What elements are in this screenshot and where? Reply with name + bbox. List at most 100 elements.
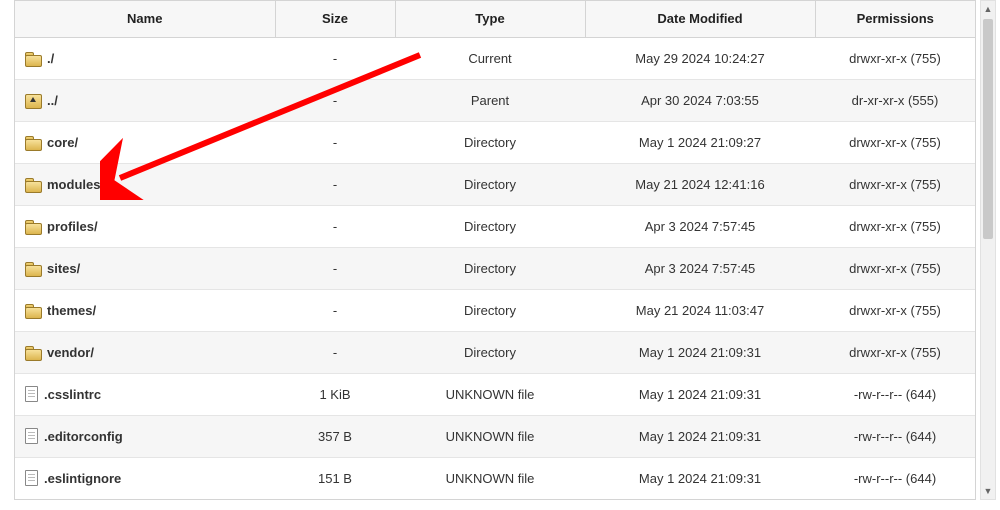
cell-size: -: [275, 121, 395, 163]
file-name-link[interactable]: modules/: [47, 177, 104, 192]
cell-date: Apr 3 2024 7:57:45: [585, 247, 815, 289]
cell-size: -: [275, 37, 395, 79]
cell-type: UNKNOWN file: [395, 415, 585, 457]
col-header-date[interactable]: Date Modified: [585, 1, 815, 37]
cell-size: -: [275, 331, 395, 373]
table-row[interactable]: .editorconfig 357 BUNKNOWN fileMay 1 2024…: [15, 415, 975, 457]
scroll-down-arrow-icon[interactable]: ▼: [981, 483, 995, 499]
file-name-link[interactable]: core/: [47, 135, 78, 150]
table-row[interactable]: vendor/ -DirectoryMay 1 2024 21:09:31drwx…: [15, 331, 975, 373]
file-name-link[interactable]: .csslintrc: [44, 387, 101, 402]
cell-name: .editorconfig: [15, 415, 275, 457]
cell-date: May 1 2024 21:09:31: [585, 415, 815, 457]
cell-size: 1 KiB: [275, 373, 395, 415]
cell-name: sites/: [15, 247, 275, 289]
cell-permissions: drwxr-xr-x (755): [815, 121, 975, 163]
cell-permissions: -rw-r--r-- (644): [815, 457, 975, 499]
file-name-link[interactable]: vendor/: [47, 345, 94, 360]
cell-size: -: [275, 289, 395, 331]
cell-permissions: drwxr-xr-x (755): [815, 331, 975, 373]
col-header-perm[interactable]: Permissions: [815, 1, 975, 37]
table-row[interactable]: themes/ -DirectoryMay 21 2024 11:03:47drw…: [15, 289, 975, 331]
file-icon: [25, 386, 38, 402]
cell-date: May 29 2024 10:24:27: [585, 37, 815, 79]
table-row[interactable]: ../ -ParentApr 30 2024 7:03:55dr-xr-xr-x …: [15, 79, 975, 121]
file-name-link[interactable]: themes/: [47, 303, 96, 318]
table-header-row: Name Size Type Date Modified Permissions: [15, 1, 975, 37]
table-row[interactable]: profiles/ -DirectoryApr 3 2024 7:57:45drw…: [15, 205, 975, 247]
cell-size: 357 B: [275, 415, 395, 457]
cell-name: ./: [15, 37, 275, 79]
table-row[interactable]: .csslintrc 1 KiBUNKNOWN fileMay 1 2024 21…: [15, 373, 975, 415]
cell-type: Directory: [395, 163, 585, 205]
folder-icon: [25, 262, 41, 275]
table-row[interactable]: ./ -CurrentMay 29 2024 10:24:27drwxr-xr-x…: [15, 37, 975, 79]
table-row[interactable]: sites/ -DirectoryApr 3 2024 7:57:45drwxr-…: [15, 247, 975, 289]
cell-type: UNKNOWN file: [395, 457, 585, 499]
cell-size: -: [275, 163, 395, 205]
cell-size: -: [275, 205, 395, 247]
cell-date: Apr 3 2024 7:57:45: [585, 205, 815, 247]
cell-date: Apr 30 2024 7:03:55: [585, 79, 815, 121]
cell-date: May 1 2024 21:09:31: [585, 457, 815, 499]
cell-name: core/: [15, 121, 275, 163]
cell-name: .csslintrc: [15, 373, 275, 415]
cell-permissions: drwxr-xr-x (755): [815, 37, 975, 79]
cell-type: UNKNOWN file: [395, 373, 585, 415]
cell-name: modules/: [15, 163, 275, 205]
file-name-link[interactable]: profiles/: [47, 219, 98, 234]
file-name-link[interactable]: ./: [47, 51, 54, 66]
cell-date: May 1 2024 21:09:31: [585, 331, 815, 373]
folder-icon: [25, 346, 41, 359]
file-name-link[interactable]: .eslintignore: [44, 471, 121, 486]
cell-date: May 1 2024 21:09:31: [585, 373, 815, 415]
cell-permissions: -rw-r--r-- (644): [815, 415, 975, 457]
cell-name: .eslintignore: [15, 457, 275, 499]
cell-name: ../: [15, 79, 275, 121]
cell-date: May 1 2024 21:09:27: [585, 121, 815, 163]
cell-name: profiles/: [15, 205, 275, 247]
cell-type: Directory: [395, 247, 585, 289]
cell-permissions: dr-xr-xr-x (555): [815, 79, 975, 121]
table-row[interactable]: modules/ -DirectoryMay 21 2024 12:41:16dr…: [15, 163, 975, 205]
cell-name: themes/: [15, 289, 275, 331]
file-icon: [25, 470, 38, 486]
file-browser-panel: Name Size Type Date Modified Permissions…: [14, 0, 976, 500]
cell-date: May 21 2024 12:41:16: [585, 163, 815, 205]
file-icon: [25, 428, 38, 444]
cell-permissions: -rw-r--r-- (644): [815, 373, 975, 415]
cell-type: Directory: [395, 205, 585, 247]
cell-type: Parent: [395, 79, 585, 121]
cell-permissions: drwxr-xr-x (755): [815, 247, 975, 289]
cell-type: Directory: [395, 121, 585, 163]
file-name-link[interactable]: ../: [47, 93, 58, 108]
cell-permissions: drwxr-xr-x (755): [815, 163, 975, 205]
folder-icon: [25, 52, 41, 65]
scroll-up-arrow-icon[interactable]: ▲: [981, 1, 995, 17]
folder-icon: [25, 178, 41, 191]
file-name-link[interactable]: .editorconfig: [44, 429, 123, 444]
col-header-size[interactable]: Size: [275, 1, 395, 37]
cell-permissions: drwxr-xr-x (755): [815, 289, 975, 331]
file-name-link[interactable]: sites/: [47, 261, 80, 276]
folder-icon: [25, 220, 41, 233]
col-header-name[interactable]: Name: [15, 1, 275, 37]
file-table: Name Size Type Date Modified Permissions…: [15, 1, 975, 500]
folder-up-icon: [25, 94, 41, 107]
cell-size: -: [275, 79, 395, 121]
cell-type: Current: [395, 37, 585, 79]
cell-type: Directory: [395, 331, 585, 373]
cell-permissions: drwxr-xr-x (755): [815, 205, 975, 247]
cell-size: 151 B: [275, 457, 395, 499]
scrollbar-thumb[interactable]: [983, 19, 993, 239]
table-row[interactable]: .eslintignore 151 BUNKNOWN fileMay 1 2024…: [15, 457, 975, 499]
cell-name: vendor/: [15, 331, 275, 373]
cell-date: May 21 2024 11:03:47: [585, 289, 815, 331]
table-row[interactable]: core/ -DirectoryMay 1 2024 21:09:27drwxr-…: [15, 121, 975, 163]
cell-size: -: [275, 247, 395, 289]
folder-icon: [25, 304, 41, 317]
col-header-type[interactable]: Type: [395, 1, 585, 37]
cell-type: Directory: [395, 289, 585, 331]
vertical-scrollbar[interactable]: ▲ ▼: [980, 0, 996, 500]
folder-icon: [25, 136, 41, 149]
